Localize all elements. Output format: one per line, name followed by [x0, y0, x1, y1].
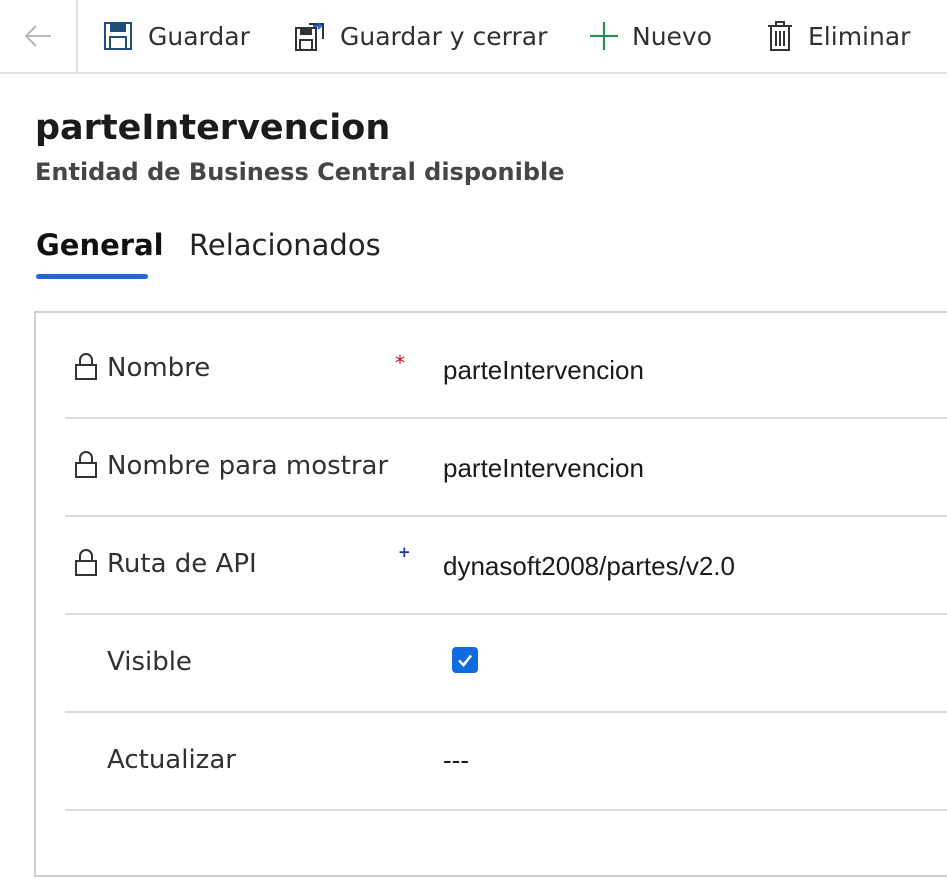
save-and-close-icon	[292, 18, 328, 54]
field-row-name: Nombre * parteIntervencion	[65, 321, 947, 419]
general-form-section: Nombre * parteIntervencion Nombre para m…	[34, 311, 947, 877]
command-bar: Guardar Guardar y cerrar Nuevo Eliminar	[0, 0, 947, 74]
save-and-close-button[interactable]: Guardar y cerrar	[292, 0, 547, 72]
field-row-api-route: Ruta de API + dynasoft2008/partes/v2.0	[65, 517, 947, 615]
save-button[interactable]: Guardar	[100, 0, 250, 72]
delete-button[interactable]: Eliminar	[762, 0, 910, 72]
back-arrow-icon	[24, 25, 51, 47]
visible-checkbox[interactable]	[452, 647, 478, 673]
field-label-display-name: Nombre para mostrar	[107, 451, 389, 481]
field-label-name: Nombre	[107, 353, 211, 383]
active-tab-indicator	[36, 274, 148, 279]
field-value-name: parteIntervencion	[443, 355, 644, 385]
lock-icon	[75, 549, 97, 576]
field-value-api-route: dynasoft2008/partes/v2.0	[443, 551, 735, 581]
field-value-display-name: parteIntervencion	[443, 453, 644, 483]
lock-icon	[75, 451, 97, 478]
page-title: parteIntervencion	[35, 108, 391, 148]
trash-icon	[762, 18, 798, 54]
lock-icon	[75, 353, 97, 380]
tab-general[interactable]: General	[36, 228, 164, 262]
plus-icon	[586, 18, 622, 54]
back-button[interactable]	[0, 0, 78, 72]
tab-related[interactable]: Relacionados	[189, 228, 381, 262]
checkmark-icon	[458, 654, 473, 667]
new-button[interactable]: Nuevo	[586, 0, 712, 72]
field-label-visible: Visible	[107, 647, 192, 677]
field-value-update[interactable]: ---	[443, 745, 469, 776]
field-row-visible: Visible	[65, 615, 947, 713]
recommended-indicator: +	[398, 543, 411, 561]
save-label: Guardar	[148, 21, 250, 51]
save-icon	[100, 18, 136, 54]
save-and-close-label: Guardar y cerrar	[340, 21, 548, 51]
required-indicator: *	[395, 351, 405, 375]
delete-label: Eliminar	[808, 21, 911, 51]
field-label-update: Actualizar	[107, 745, 236, 775]
field-row-update: Actualizar ---	[65, 713, 947, 811]
field-row-display-name: Nombre para mostrar parteIntervencion	[65, 419, 947, 517]
page-subtitle: Entidad de Business Central disponible	[35, 158, 565, 186]
field-label-api-route: Ruta de API	[107, 549, 257, 579]
new-label: Nuevo	[632, 21, 713, 51]
